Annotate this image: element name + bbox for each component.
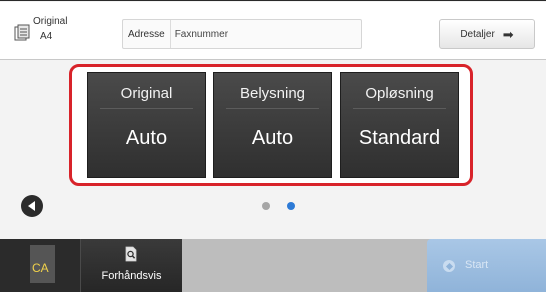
back-arrow-icon: [27, 201, 35, 211]
page-indicator-dot-active[interactable]: [287, 202, 295, 210]
preview-magnifier-icon: [124, 246, 138, 262]
tile-title: Original: [120, 85, 173, 102]
tile-title: Belysning: [239, 85, 306, 102]
back-button[interactable]: [21, 195, 43, 217]
arrow-right-icon: ➡: [502, 26, 514, 42]
original-label[interactable]: Original: [33, 16, 67, 27]
preview-button[interactable]: Forhåndsvis: [80, 239, 182, 292]
details-label: Detaljer: [460, 28, 495, 40]
tile-divider: [226, 108, 319, 109]
tile-title: Opløsning: [365, 85, 434, 102]
fax-number-input[interactable]: [170, 20, 361, 48]
top-bar: Original A4 Adresse Detaljer ➡: [0, 2, 546, 60]
tile-value: Auto: [125, 127, 168, 149]
ca-panel: CA: [0, 239, 80, 292]
document-icon: [14, 24, 31, 41]
ca-label: CA: [32, 261, 49, 275]
preview-label: Forhåndsvis: [101, 270, 162, 282]
address-field[interactable]: Adresse: [122, 19, 362, 49]
original-setting-tile[interactable]: Original Auto: [87, 72, 206, 178]
page-indicator-dot[interactable]: [262, 202, 270, 210]
tile-value: Standard: [358, 127, 441, 149]
details-button[interactable]: Detaljer ➡: [439, 19, 535, 49]
start-button[interactable]: Start: [427, 239, 546, 292]
exposure-setting-tile[interactable]: Belysning Auto: [213, 72, 332, 178]
tile-divider: [100, 108, 193, 109]
start-diamond-icon: [443, 260, 455, 272]
resolution-setting-tile[interactable]: Opløsning Standard: [340, 72, 459, 178]
start-label: Start: [465, 259, 489, 271]
fax-screen: Original A4 Adresse Detaljer ➡ Original …: [0, 0, 546, 292]
tile-divider: [353, 108, 446, 109]
bottom-bar: CA Forhåndsvis Start: [0, 239, 546, 292]
original-size[interactable]: A4: [40, 31, 52, 42]
address-label: Adresse: [123, 20, 171, 48]
settings-panel: Original Auto Belysning Auto Opløsning S…: [69, 64, 473, 186]
tile-value: Auto: [251, 127, 294, 149]
